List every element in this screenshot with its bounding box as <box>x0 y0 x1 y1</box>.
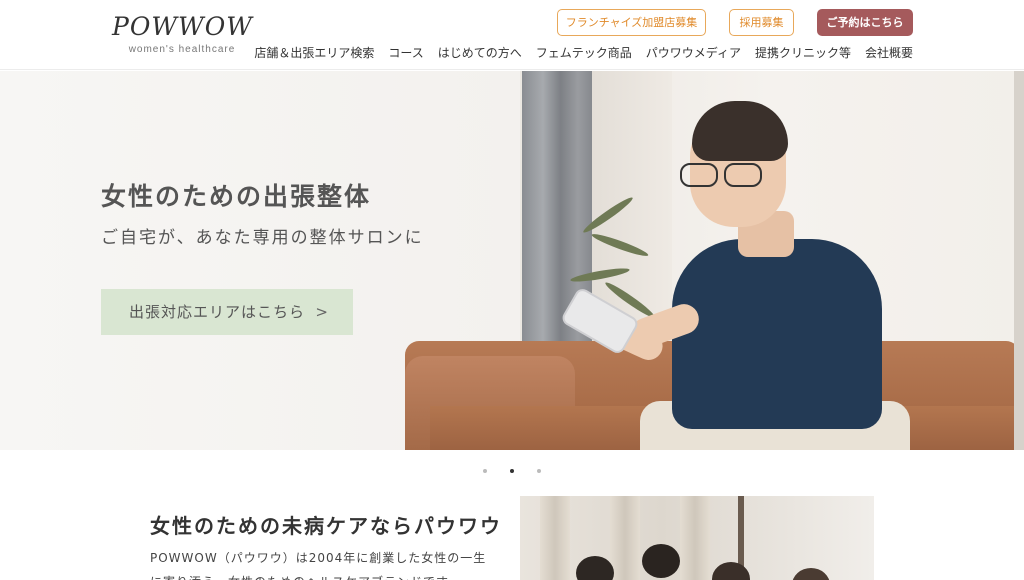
staff-head <box>642 544 680 578</box>
chevron-right-icon: > <box>315 303 329 321</box>
staff-head <box>712 562 750 580</box>
slider-pagination <box>0 460 1024 479</box>
service-area-button-label: 出張対応エリアはこちら <box>129 303 306 321</box>
intro-body: POWWOW（パウワウ）は2004年に創業した女性の一生に寄り添う、女性のための… <box>150 551 487 580</box>
nav-item-media[interactable]: パウワウメディア <box>646 44 741 62</box>
nav-item-course[interactable]: コース <box>388 44 423 62</box>
slider-dot-active[interactable] <box>510 468 514 473</box>
staff-head <box>792 568 830 580</box>
photo-edge <box>1014 71 1024 450</box>
nav-item-store-search[interactable]: 店舗＆出張エリア検索 <box>254 44 374 62</box>
slider-dot[interactable] <box>482 468 487 473</box>
recruit-button[interactable]: 採用募集 <box>729 9 794 36</box>
nav-item-first-time[interactable]: はじめての方へ <box>438 44 522 62</box>
hero-slider: 女性のための出張整体 ご自宅が、あなた専用の整体サロンに 出張対応エリアはこちら… <box>0 71 1024 450</box>
hero-title: 女性のための出張整体 <box>101 182 372 211</box>
hero-subtitle: ご自宅が、あなた専用の整体サロンに <box>101 228 424 248</box>
service-area-button[interactable]: 出張対応エリアはこちら > <box>101 289 353 335</box>
site-header: POWWOW women's healthcare フランチャイズ加盟店募集 採… <box>0 0 1024 70</box>
photo-drape <box>610 496 640 580</box>
photo-drape <box>540 496 570 580</box>
logo-wordmark: POWWOW <box>112 12 253 41</box>
hero-photo <box>400 71 1024 450</box>
staff-photo <box>520 496 874 580</box>
nav-item-clinics[interactable]: 提携クリニック等 <box>755 44 851 62</box>
person-sweater <box>672 239 882 429</box>
photo-drape <box>680 496 710 580</box>
glasses-icon <box>680 163 772 189</box>
main-nav: 店舗＆出張エリア検索 コース はじめての方へ フェムテック商品 パウワウメディア… <box>254 44 913 62</box>
logo-tagline: women's healthcare <box>128 44 236 55</box>
nav-item-femtech[interactable]: フェムテック商品 <box>536 44 632 62</box>
reserve-button[interactable]: ご予約はこちら <box>817 9 913 36</box>
franchise-button[interactable]: フランチャイズ加盟店募集 <box>557 9 706 36</box>
intro-title: 女性のための未病ケアならパウワウ <box>150 514 502 538</box>
nav-item-company[interactable]: 会社概要 <box>865 44 913 62</box>
brand-logo[interactable]: POWWOW women's healthcare <box>112 12 252 55</box>
staff-head <box>576 556 614 580</box>
slider-dot[interactable] <box>537 468 542 473</box>
